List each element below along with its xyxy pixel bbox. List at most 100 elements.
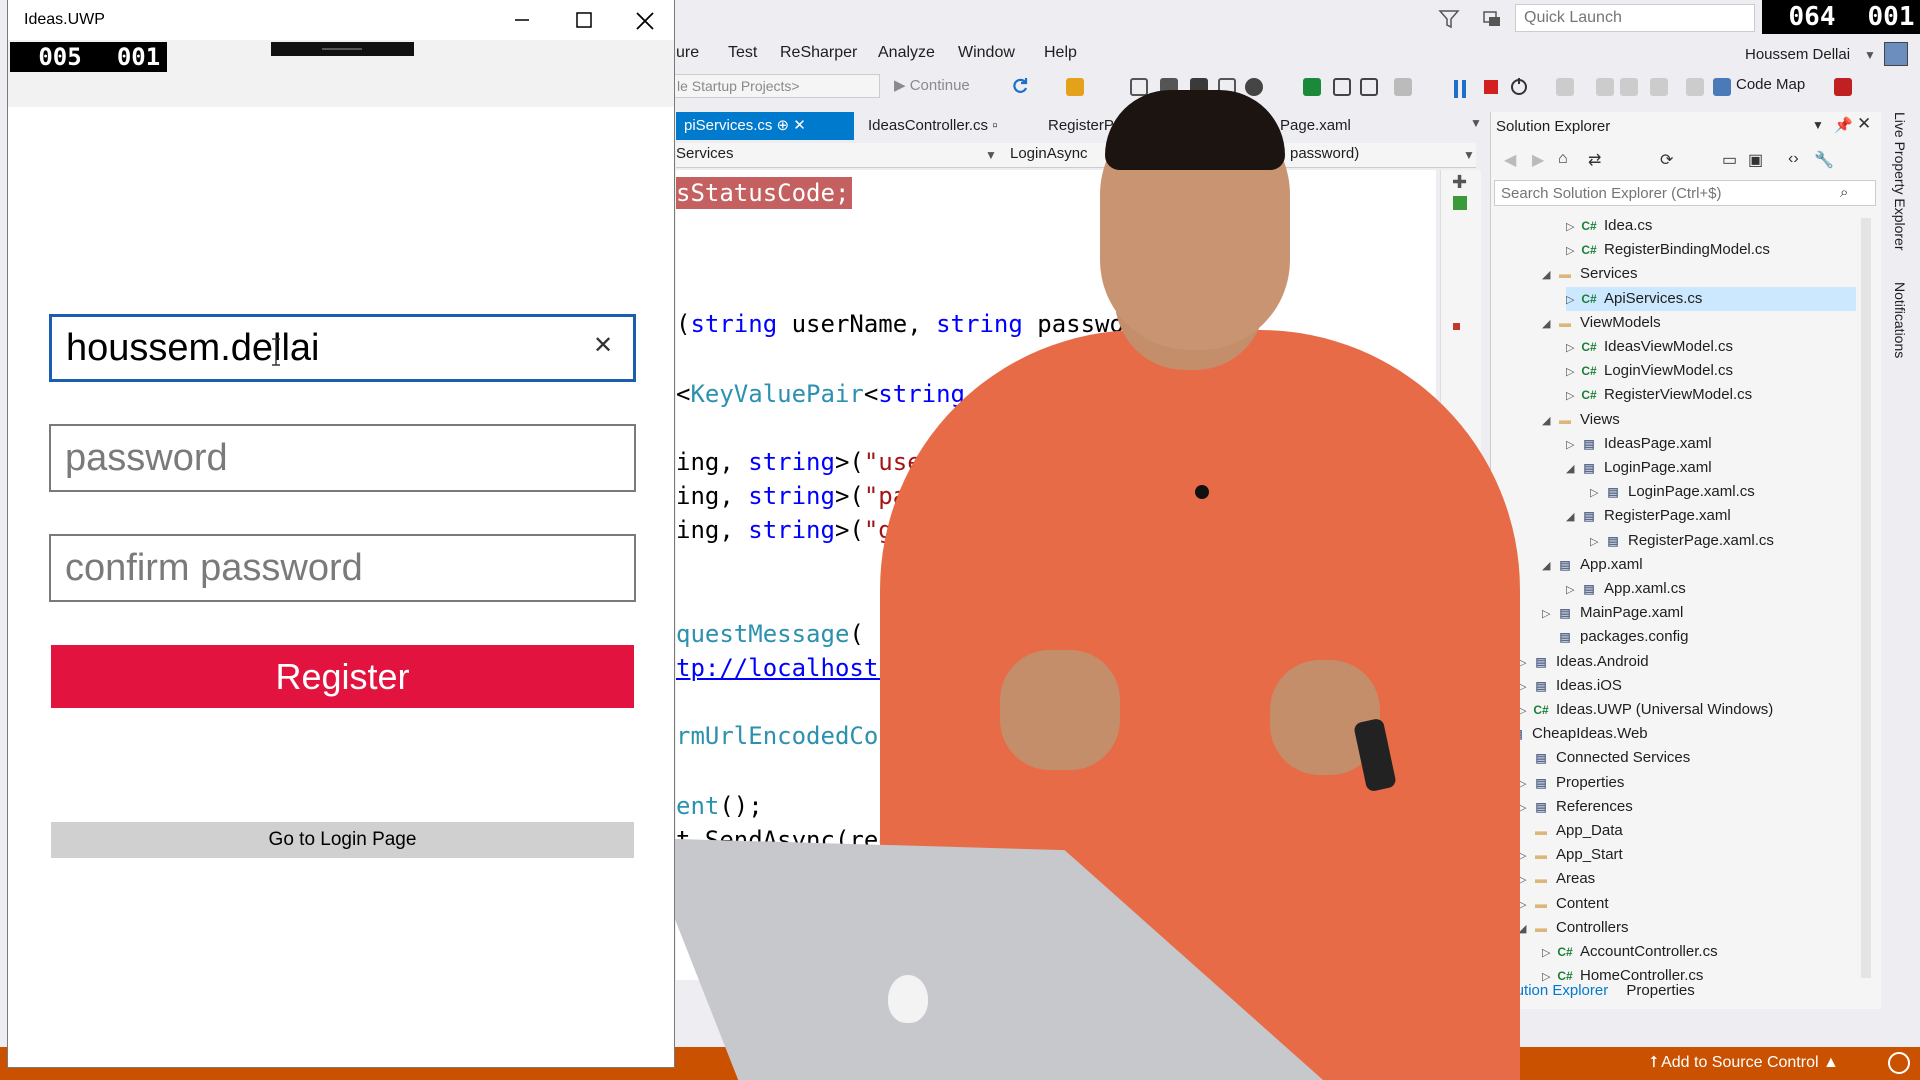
tree-item[interactable]: ▷ ▤ LoginPage.xaml.cs bbox=[1590, 480, 1856, 504]
expand-arrow-icon[interactable]: ▷ bbox=[1566, 239, 1580, 263]
tree-item[interactable]: ▷ C# RegisterViewModel.cs bbox=[1566, 383, 1856, 407]
history-icon[interactable]: ⟳ bbox=[1660, 150, 1673, 170]
expand-arrow-icon[interactable]: ▷ bbox=[1566, 433, 1580, 457]
go-to-login-button[interactable]: Go to Login Page bbox=[51, 822, 634, 858]
tree-item[interactable]: ▷ C# AccountController.cs bbox=[1542, 940, 1856, 964]
expand-arrow-icon[interactable]: ▷ bbox=[1566, 336, 1580, 360]
pin-icon[interactable]: 📌 bbox=[1834, 116, 1853, 134]
refresh-icon[interactable] bbox=[1010, 76, 1030, 96]
layout-icon[interactable] bbox=[1333, 78, 1351, 96]
expand-arrow-icon[interactable]: ▷ bbox=[1566, 215, 1580, 239]
chevron-down-icon[interactable]: ▼ bbox=[1864, 48, 1876, 62]
stop-icon[interactable] bbox=[1484, 80, 1498, 94]
tab-overflow-icon[interactable]: ▼ bbox=[1470, 116, 1482, 130]
tree-item[interactable]: ▤ packages.config bbox=[1542, 625, 1856, 649]
collapse-arrow-icon[interactable]: ◢ bbox=[1542, 554, 1556, 578]
tree-item[interactable]: ▷ ▤ Ideas.Android bbox=[1518, 650, 1856, 674]
clear-input-icon[interactable]: ✕ bbox=[592, 333, 614, 359]
tab-properties[interactable]: Properties bbox=[1626, 982, 1694, 999]
expand-arrow-icon[interactable]: ▷ bbox=[1518, 699, 1532, 723]
tree-item[interactable]: ▷ ▤ IdeasPage.xaml bbox=[1566, 432, 1856, 456]
tree-item[interactable]: ◢ ▤ App.xaml bbox=[1542, 553, 1856, 577]
target-icon[interactable] bbox=[1245, 78, 1263, 96]
collapse-arrow-icon[interactable]: ◢ bbox=[1542, 312, 1556, 336]
expand-arrow-icon[interactable]: ▷ bbox=[1518, 844, 1532, 868]
tree-item[interactable]: ▷ ▤ Properties bbox=[1518, 771, 1856, 795]
solution-explorer-search-input[interactable] bbox=[1494, 180, 1876, 206]
tree-item[interactable]: ◢ ▤ RegisterPage.xaml bbox=[1566, 504, 1856, 528]
expand-arrow-icon[interactable]: ▷ bbox=[1590, 530, 1604, 554]
tree-item[interactable]: ▷ ▬ Areas bbox=[1518, 867, 1856, 891]
quick-launch-input[interactable] bbox=[1515, 4, 1755, 32]
expand-arrow-icon[interactable]: ▷ bbox=[1566, 384, 1580, 408]
maximize-icon[interactable] bbox=[574, 10, 594, 30]
tree-item[interactable]: ◢ ▬ Views bbox=[1542, 408, 1856, 432]
tree-item[interactable]: ▷ ▤ RegisterPage.xaml.cs bbox=[1590, 529, 1856, 553]
restart-icon[interactable] bbox=[1508, 76, 1530, 98]
resharper-icon[interactable] bbox=[1834, 78, 1852, 96]
tree-item[interactable]: ▤ Connected Services bbox=[1518, 746, 1856, 770]
close-icon[interactable] bbox=[634, 10, 656, 32]
menu-help[interactable]: Help bbox=[1044, 44, 1077, 62]
chevron-down-icon[interactable]: ▼ bbox=[985, 148, 997, 162]
tab-page-xaml[interactable]: Page.xaml bbox=[1272, 112, 1392, 140]
filter-icon[interactable] bbox=[1438, 8, 1460, 30]
vs-user-name[interactable]: Houssem Dellai bbox=[1745, 46, 1850, 63]
tree-item[interactable]: ▷ ▬ Content bbox=[1518, 892, 1856, 916]
startup-projects-dropdown[interactable]: le Startup Projects> bbox=[670, 74, 880, 98]
collapse-arrow-icon[interactable]: ◢ bbox=[1566, 505, 1580, 529]
close-icon[interactable]: ✕ bbox=[793, 117, 806, 134]
tree-item[interactable]: ▷ C# ApiServices.cs bbox=[1566, 286, 1856, 311]
expand-arrow-icon[interactable]: ▷ bbox=[1542, 941, 1556, 965]
menu-resharper[interactable]: ReSharper bbox=[780, 44, 857, 62]
live-property-explorer-tab[interactable]: Live Property Explorer bbox=[1892, 112, 1908, 251]
expand-arrow-icon[interactable]: ▷ bbox=[1518, 868, 1532, 892]
tree-item[interactable]: ▷ C# LoginViewModel.cs bbox=[1566, 359, 1856, 383]
nav-member-dropdown[interactable]: LoginAsync bbox=[1010, 145, 1110, 162]
minimize-icon[interactable] bbox=[512, 10, 532, 30]
tree-item[interactable]: ◢ ▤ LoginPage.xaml bbox=[1566, 456, 1856, 480]
menu-configure[interactable]: ure bbox=[676, 44, 699, 62]
monitor-icon[interactable] bbox=[1303, 78, 1321, 96]
tree-item[interactable]: ▷ ▤ App.xaml.cs bbox=[1566, 577, 1856, 601]
step-icon[interactable] bbox=[1130, 78, 1148, 96]
expand-arrow-icon[interactable]: ▷ bbox=[1518, 893, 1532, 917]
tree-item[interactable]: ▷ ▤ Ideas.iOS bbox=[1518, 674, 1856, 698]
tab-ideascontroller[interactable]: IdeasController.cs ▫ bbox=[860, 112, 1020, 140]
notifications-tab[interactable]: Notifications bbox=[1892, 282, 1908, 358]
register-button[interactable]: Register bbox=[51, 645, 634, 708]
tree-item[interactable]: ▬ App_Data bbox=[1518, 819, 1856, 843]
home-icon[interactable]: ⌂ bbox=[1558, 150, 1568, 168]
collapse-icon[interactable]: ▭ bbox=[1722, 150, 1737, 170]
confirm-password-input[interactable] bbox=[49, 534, 636, 602]
tree-item[interactable]: ◢ ▬ Controllers bbox=[1518, 916, 1856, 940]
tree-item[interactable]: ▷ C# Ideas.UWP (Universal Windows) bbox=[1518, 698, 1856, 722]
tree-item[interactable]: ◢ ▬ Services bbox=[1542, 262, 1856, 286]
nav-type-dropdown[interactable]: Services bbox=[676, 145, 998, 165]
tree-item[interactable]: ▷ C# RegisterBindingModel.cs bbox=[1566, 238, 1856, 262]
username-input[interactable] bbox=[49, 314, 636, 382]
continue-button[interactable]: ▶ Continue bbox=[894, 76, 970, 94]
tree-item[interactable]: ▷ C# IdeasViewModel.cs bbox=[1566, 335, 1856, 359]
wrench-icon[interactable]: 🔧 bbox=[1814, 150, 1834, 170]
menu-test[interactable]: Test bbox=[728, 44, 757, 62]
expand-arrow-icon[interactable]: ▷ bbox=[1566, 360, 1580, 384]
expand-arrow-icon[interactable]: ▷ bbox=[1518, 796, 1532, 820]
collapse-arrow-icon[interactable]: ◢ bbox=[1566, 457, 1580, 481]
split-icon[interactable]: ✚ bbox=[1452, 172, 1467, 193]
tree-scrollbar[interactable] bbox=[1861, 218, 1871, 978]
debug-target-icon[interactable] bbox=[1066, 78, 1084, 96]
tree-item[interactable]: ▷ ▬ App_Start bbox=[1518, 843, 1856, 867]
chevron-down-icon[interactable]: ▼ bbox=[1812, 118, 1824, 132]
expand-arrow-icon[interactable]: ▷ bbox=[1518, 675, 1532, 699]
feedback-icon[interactable] bbox=[1481, 8, 1503, 30]
notification-bell-icon[interactable] bbox=[1888, 1052, 1910, 1074]
pin-icon[interactable]: ⊕ bbox=[777, 117, 794, 134]
show-all-files-icon[interactable]: ▣ bbox=[1748, 150, 1763, 170]
menu-window[interactable]: Window bbox=[958, 44, 1015, 62]
collapse-arrow-icon[interactable]: ◢ bbox=[1542, 263, 1556, 287]
collapse-arrow-icon[interactable]: ◢ bbox=[1542, 409, 1556, 433]
expand-arrow-icon[interactable]: ▷ bbox=[1518, 772, 1532, 796]
sync-icon[interactable]: ⇄ bbox=[1588, 150, 1601, 170]
collapse-arrow-icon[interactable]: ◢ bbox=[1518, 917, 1532, 941]
